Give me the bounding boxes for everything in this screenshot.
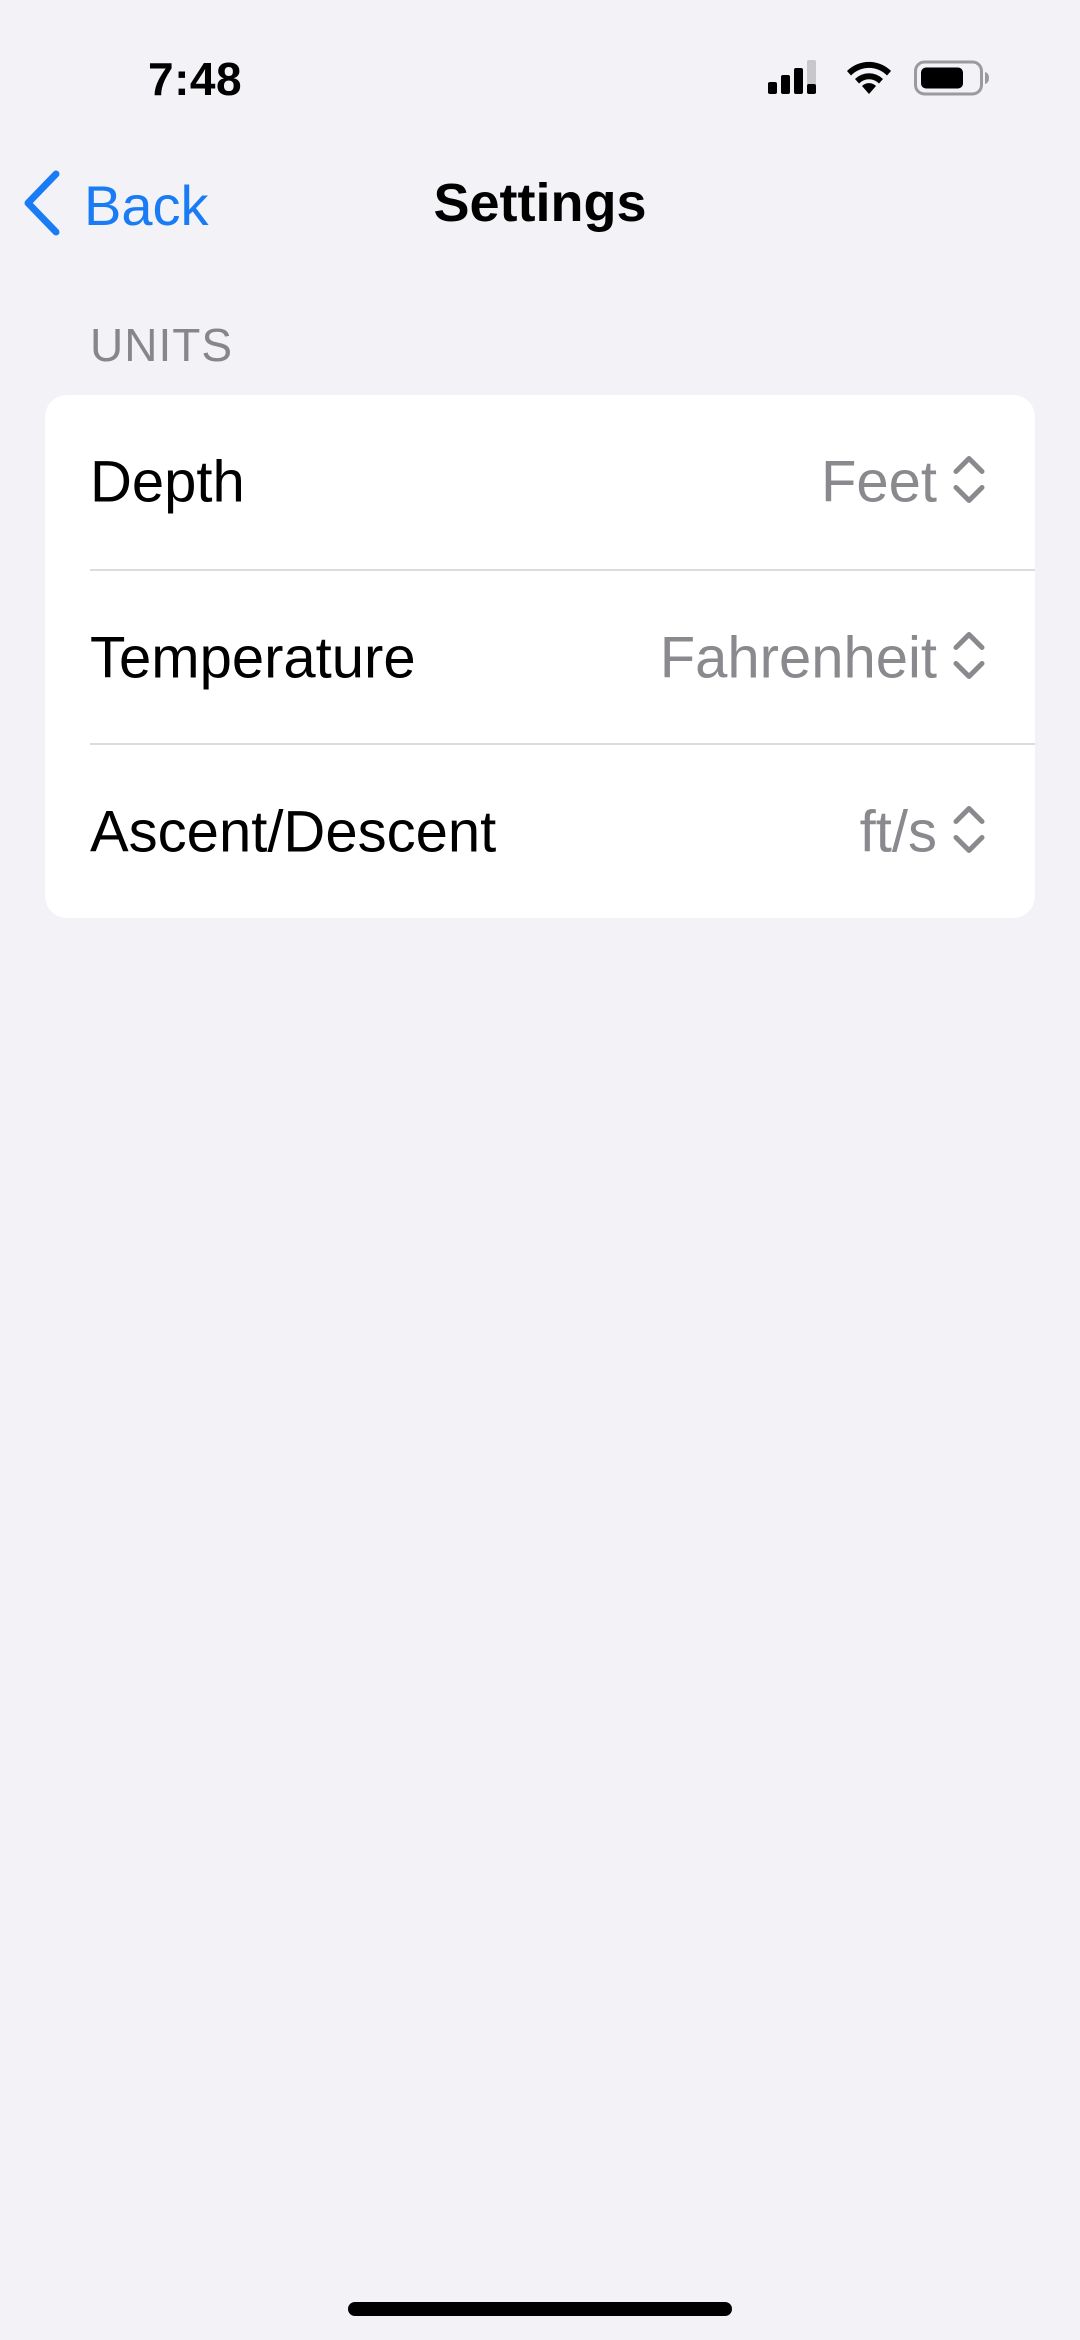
setting-value: Fahrenheit	[659, 625, 937, 691]
depth-unit-picker[interactable]: Feet	[821, 449, 987, 516]
temperature-unit-picker[interactable]: Fahrenheit	[660, 625, 987, 692]
battery-icon	[914, 60, 990, 101]
setting-row-depth[interactable]: Depth Feet	[45, 395, 1035, 569]
setting-label: Temperature	[90, 625, 416, 691]
setting-row-ascent-descent[interactable]: Ascent/Descent ft/s	[45, 745, 1035, 918]
status-time: 7:48	[148, 53, 243, 105]
setting-value: Feet	[820, 449, 937, 515]
setting-label: Depth	[90, 449, 245, 515]
nav-bar: Back Settings	[0, 150, 1080, 260]
home-indicator[interactable]	[348, 2302, 732, 2316]
chevron-up-down-icon	[951, 628, 987, 689]
setting-row-temperature[interactable]: Temperature Fahrenheit	[45, 571, 1035, 745]
setting-label: Ascent/Descent	[90, 799, 497, 865]
setting-value: ft/s	[859, 799, 937, 865]
chevron-up-down-icon	[951, 802, 987, 863]
chevron-up-down-icon	[951, 452, 987, 513]
section-header-units: UNITS	[90, 319, 233, 371]
ascent-descent-unit-picker[interactable]: ft/s	[860, 799, 987, 866]
wifi-icon	[844, 60, 894, 101]
units-settings-group: Depth Feet Temperature Fahrenheit Ascent…	[45, 395, 1035, 918]
page-title: Settings	[433, 173, 647, 233]
status-icons	[768, 60, 990, 101]
status-bar: 7:48	[0, 0, 1080, 150]
cellular-signal-icon	[768, 60, 824, 101]
